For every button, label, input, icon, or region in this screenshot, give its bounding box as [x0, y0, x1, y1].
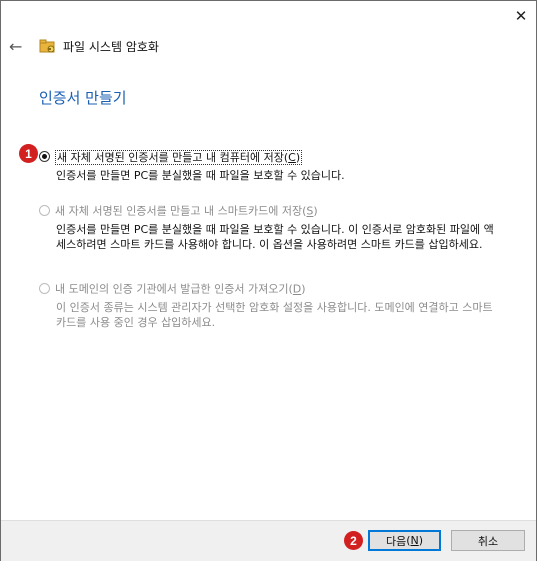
cancel-button[interactable]: 취소: [451, 530, 525, 551]
option-label: 새 자체 서명된 인증서를 만들고 내 스마트카드에 저장(S): [55, 204, 318, 218]
option-description: 인증서를 만들면 PC를 분실했을 때 파일을 보호할 수 있습니다. 이 인증…: [56, 223, 494, 251]
next-button[interactable]: 다음(N): [368, 530, 441, 551]
option-description: 인증서를 만들면 PC를 분실했을 때 파일을 보호할 수 있습니다.: [56, 169, 345, 182]
next-button-mnemonic: N: [410, 534, 419, 547]
next-button-label: 다음: [385, 534, 407, 548]
efs-key-folder-icon: [39, 38, 57, 54]
radio-self-signed-computer[interactable]: [39, 151, 50, 162]
page-heading: 인증서 만들기: [39, 89, 127, 107]
annotation-badge-1: 1: [19, 144, 38, 163]
radio-domain-ca-certificate: [39, 283, 50, 294]
cancel-button-label: 취소: [477, 534, 499, 548]
option-self-signed-computer[interactable]: 새 자체 서명된 인증서를 만들고 내 컴퓨터에 저장(C) 인증서를 만들면 …: [39, 146, 506, 183]
wizard-footer: 2 다음(N) 취소: [1, 520, 536, 561]
wizard-title: 파일 시스템 암호화: [63, 39, 159, 54]
option-description: 이 인증서 종류는 시스템 관리자가 선택한 암호화 설정을 사용합니다. 도메…: [56, 301, 493, 329]
option-self-signed-smartcard: 새 자체 서명된 인증서를 만들고 내 스마트카드에 저장(S) 인증서를 만들…: [39, 200, 501, 252]
wizard-window: ✕ ← 파일 시스템 암호화 인증서 만들기 새 자체 서명된 인증서를 만들고…: [0, 0, 537, 561]
back-arrow-icon[interactable]: ←: [9, 37, 27, 56]
close-button[interactable]: ✕: [505, 1, 537, 31]
option-label: 내 도메인의 인증 기관에서 발급한 인증서 가져오기(D): [55, 282, 306, 296]
wizard-nav-row: ← 파일 시스템 암호화: [9, 35, 159, 57]
close-icon: ✕: [514, 7, 528, 25]
option-domain-ca-certificate: 내 도메인의 인증 기관에서 발급한 인증서 가져오기(D) 이 인증서 종류는…: [39, 278, 506, 330]
radio-self-signed-smartcard: [39, 205, 50, 216]
annotation-badge-2: 2: [344, 531, 363, 550]
option-label: 새 자체 서명된 인증서를 만들고 내 컴퓨터에 저장(C): [55, 149, 303, 165]
